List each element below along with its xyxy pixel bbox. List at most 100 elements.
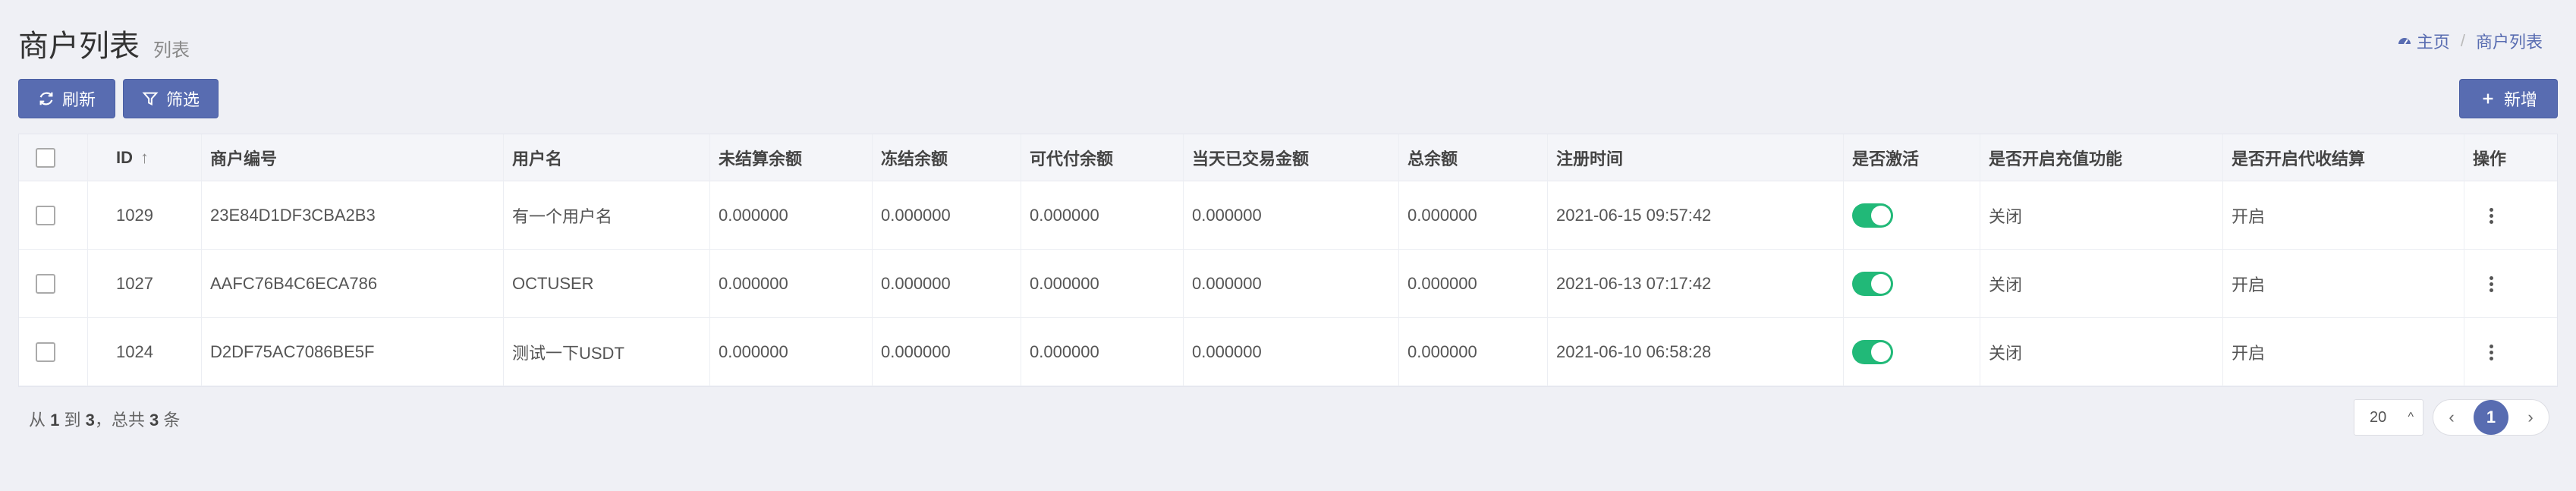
actions-cell xyxy=(2490,250,2493,318)
cell-total: 0.000000 xyxy=(1408,206,1477,225)
dashboard-icon xyxy=(2398,38,2411,45)
column-header-payable: 可代付余额 xyxy=(1030,150,1114,168)
chevron-up-icon: ^ xyxy=(2408,411,2414,423)
breadcrumb-current: 商户列表 xyxy=(2475,33,2543,52)
cell-collection: 开启 xyxy=(2232,344,2266,363)
column-header-frozen: 冻结余额 xyxy=(881,150,948,168)
cell-frozen: 0.000000 xyxy=(881,206,951,225)
column-header-id[interactable]: ID ↑ xyxy=(116,134,149,181)
table-row: 1027 AAFC76B4C6ECA786 OCTUSER 0.000000 0… xyxy=(19,250,2557,318)
cell-registered: 2021-06-10 06:58:28 xyxy=(1556,342,1712,361)
column-header-username: 用户名 xyxy=(512,150,563,168)
column-header-actions: 操作 xyxy=(2473,150,2507,168)
active-toggle[interactable] xyxy=(1852,272,1893,296)
column-header-today-amount: 当天已交易金额 xyxy=(1192,150,1310,168)
breadcrumb-separator: / xyxy=(2460,31,2465,50)
cell-username: 有一个用户名 xyxy=(512,207,613,226)
cell-today-amount: 0.000000 xyxy=(1192,342,1262,361)
cell-registered: 2021-06-13 07:17:42 xyxy=(1556,274,1712,293)
column-header-registered: 注册时间 xyxy=(1556,150,1624,168)
breadcrumb: 主页 / 商户列表 xyxy=(2397,29,2543,53)
column-header-active: 是否激活 xyxy=(1852,150,1920,168)
column-header-total: 总余额 xyxy=(1408,150,1458,168)
prev-page-button[interactable]: ‹ xyxy=(2442,408,2461,427)
active-cell xyxy=(1852,318,1893,386)
kebab-icon[interactable] xyxy=(2490,344,2493,360)
page-header: 商户列表 列表 xyxy=(18,21,190,63)
cell-recharge: 关闭 xyxy=(1989,344,2023,363)
table-row: 1029 23E84D1DF3CBA2B3 有一个用户名 0.000000 0.… xyxy=(19,181,2557,250)
cell-collection: 开启 xyxy=(2232,207,2266,226)
kebab-icon[interactable] xyxy=(2490,207,2493,224)
filter-button[interactable]: 筛选 xyxy=(123,79,219,118)
active-cell xyxy=(1852,181,1893,250)
next-page-button[interactable]: › xyxy=(2521,408,2540,427)
cell-id: 1027 xyxy=(116,274,153,293)
new-label: 新增 xyxy=(2503,90,2537,109)
summary-prefix: 从 xyxy=(29,411,46,430)
refresh-icon xyxy=(39,92,53,105)
toggle-knob xyxy=(1871,342,1891,362)
cell-merchant-no: 23E84D1DF3CBA2B3 xyxy=(210,206,376,225)
cell-username: OCTUSER xyxy=(512,274,594,293)
merchant-table: ID ↑ 商户编号 用户名 未结算余额 冻结余额 可代付余额 当天已交易金额 总… xyxy=(18,134,2558,387)
cell-id: 1029 xyxy=(116,206,153,225)
actions-cell xyxy=(2490,181,2493,250)
active-cell xyxy=(1852,250,1893,318)
cell-recharge: 关闭 xyxy=(1989,207,2023,226)
cell-today-amount: 0.000000 xyxy=(1192,206,1262,225)
new-button[interactable]: 新增 xyxy=(2459,79,2558,118)
actions-cell xyxy=(2490,318,2493,386)
row-checkbox[interactable] xyxy=(36,206,55,225)
cell-payable: 0.000000 xyxy=(1030,342,1099,361)
filter-label: 筛选 xyxy=(165,90,200,109)
cell-registered: 2021-06-15 09:57:42 xyxy=(1556,206,1712,225)
cell-total: 0.000000 xyxy=(1408,274,1477,293)
column-header-merchant-no: 商户编号 xyxy=(210,150,278,168)
cell-payable: 0.000000 xyxy=(1030,274,1099,293)
page-size-value: 20 xyxy=(2370,408,2387,426)
cell-frozen: 0.000000 xyxy=(881,342,951,361)
cell-id: 1024 xyxy=(116,342,153,361)
row-select-cell xyxy=(36,181,55,250)
summary-to: 3 xyxy=(85,411,95,430)
breadcrumb-home-label: 主页 xyxy=(2416,33,2450,52)
toggle-knob xyxy=(1871,274,1891,294)
page-subtitle: 列表 xyxy=(153,40,190,61)
table-row: 1024 D2DF75AC7086BE5F 测试一下USDT 0.000000 … xyxy=(19,318,2557,386)
cell-unsettled: 0.000000 xyxy=(719,206,788,225)
summary-from: 1 xyxy=(50,411,60,430)
breadcrumb-home-link[interactable]: 主页 xyxy=(2397,29,2450,53)
summary-unit: 条 xyxy=(163,411,181,430)
page-size-select[interactable]: 20 ^ xyxy=(2354,399,2423,436)
select-all-checkbox[interactable] xyxy=(36,148,55,168)
page-button-current[interactable]: 1 xyxy=(2474,400,2508,435)
row-checkbox[interactable] xyxy=(36,274,55,294)
active-toggle[interactable] xyxy=(1852,203,1893,228)
table-header: ID ↑ 商户编号 用户名 未结算余额 冻结余额 可代付余额 当天已交易金额 总… xyxy=(19,134,2557,181)
cell-username: 测试一下USDT xyxy=(512,344,624,363)
refresh-label: 刷新 xyxy=(61,90,96,109)
pagination: ‹ 1 › xyxy=(2433,399,2549,436)
cell-frozen: 0.000000 xyxy=(881,274,951,293)
select-all-cell xyxy=(36,134,55,181)
cell-merchant-no: D2DF75AC7086BE5F xyxy=(210,342,375,361)
column-header-id-label: ID xyxy=(116,148,133,167)
cell-payable: 0.000000 xyxy=(1030,206,1099,225)
cell-total: 0.000000 xyxy=(1408,342,1477,361)
cell-merchant-no: AAFC76B4C6ECA786 xyxy=(210,274,378,293)
cell-unsettled: 0.000000 xyxy=(719,342,788,361)
row-select-cell xyxy=(36,318,55,386)
kebab-icon[interactable] xyxy=(2490,275,2493,292)
cell-recharge: 关闭 xyxy=(1989,275,2023,294)
column-header-unsettled: 未结算余额 xyxy=(719,150,803,168)
sort-icon: ↑ xyxy=(140,148,149,167)
summary-to-word: 到 xyxy=(64,411,81,430)
column-header-recharge: 是否开启充值功能 xyxy=(1989,150,2123,168)
refresh-button[interactable]: 刷新 xyxy=(18,79,115,118)
row-checkbox[interactable] xyxy=(36,342,55,362)
filter-icon xyxy=(142,92,159,105)
active-toggle[interactable] xyxy=(1852,340,1893,364)
column-header-collection: 是否开启代收结算 xyxy=(2232,150,2366,168)
cell-collection: 开启 xyxy=(2232,275,2266,294)
